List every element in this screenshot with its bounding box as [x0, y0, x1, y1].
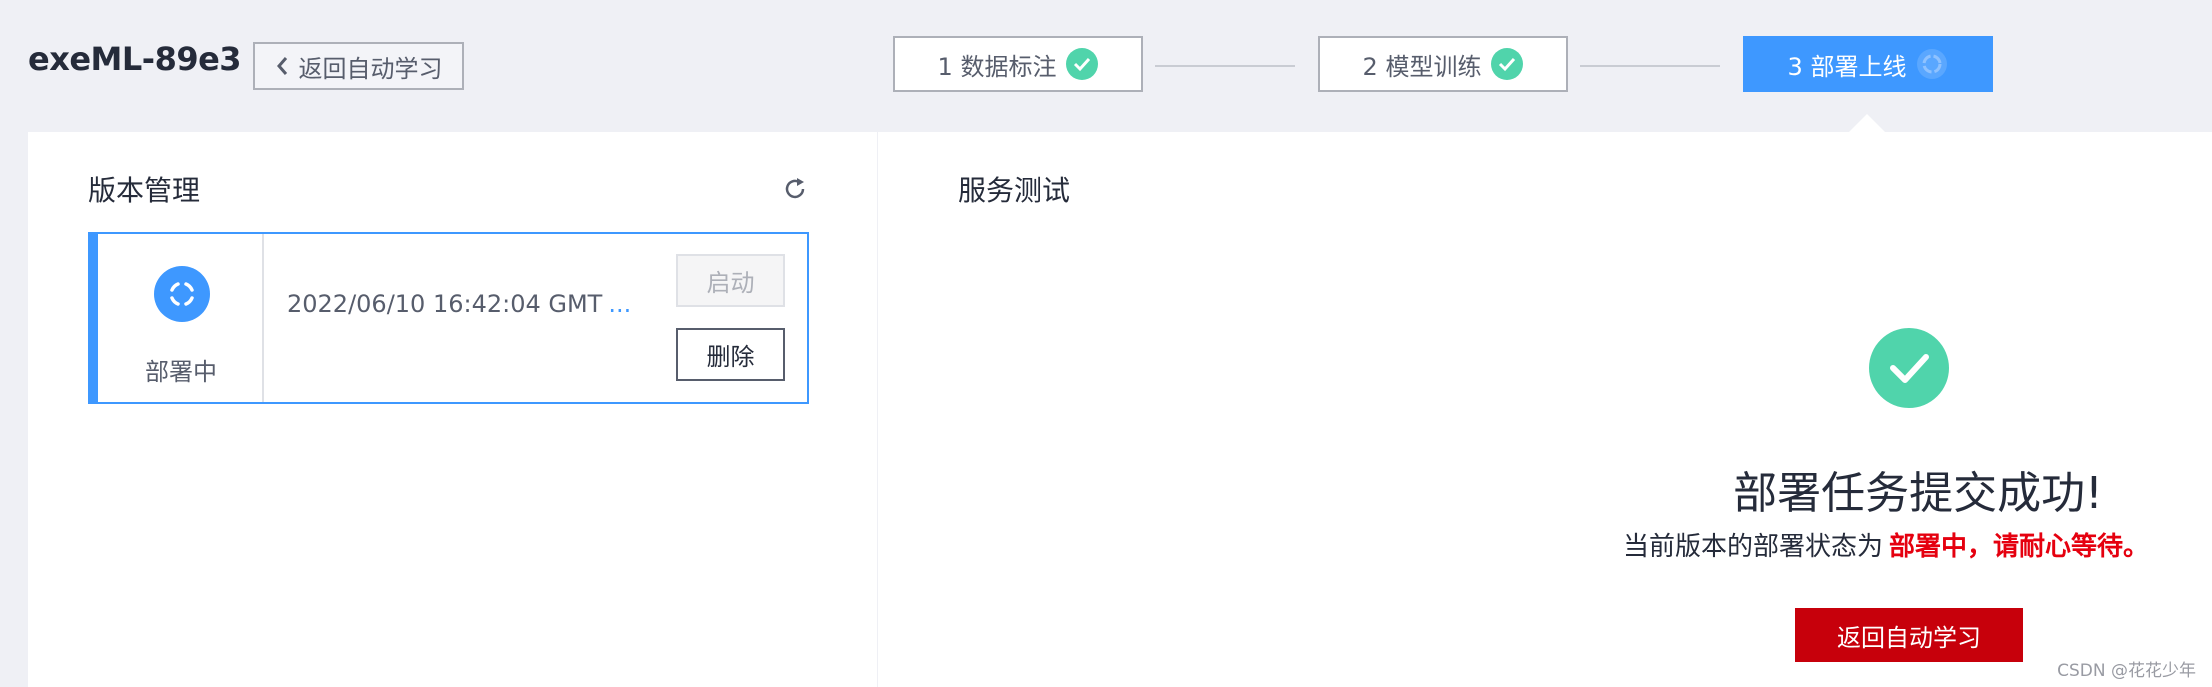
version-management-panel: 版本管理 部署中 2022/06/10 16:42:04 GMT... 启动 删…	[28, 132, 877, 687]
success-check-icon	[1869, 328, 1949, 408]
return-automl-button[interactable]: 返回自动学习	[1795, 608, 2023, 662]
version-timestamp: 2022/06/10 16:42:04 GMT...	[287, 290, 631, 318]
back-to-automl-button[interactable]: 返回自动学习	[253, 42, 464, 90]
version-card[interactable]: 部署中 2022/06/10 16:42:04 GMT... 启动 删除	[88, 232, 809, 404]
version-management-title: 版本管理	[88, 174, 201, 207]
card-accent-bar	[90, 234, 98, 402]
deploy-status-text: 部署中	[145, 358, 217, 386]
deploy-status-description: 当前版本的部署状态为 部署中，请耐心等待。	[878, 532, 2212, 563]
chevron-left-icon	[276, 57, 287, 75]
check-circle-icon	[1066, 48, 1099, 80]
step-deploy[interactable]: 3 部署上线	[1743, 36, 1993, 92]
step-label: 2 模型训练	[1362, 52, 1482, 81]
version-time-text: 2022/06/10 16:42:04 GMT	[287, 290, 603, 318]
deploying-icon	[154, 266, 210, 322]
app-title: exeML-89e3	[28, 40, 242, 78]
step-label: 3 部署上线	[1787, 52, 1907, 81]
service-test-title: 服务测试	[958, 174, 1071, 207]
start-button[interactable]: 启动	[676, 254, 785, 307]
more-link[interactable]: ...	[608, 290, 631, 318]
active-step-pointer	[1849, 114, 1885, 132]
success-title: 部署任务提交成功!	[1733, 468, 2103, 519]
check-circle-icon	[1491, 48, 1524, 80]
status-highlight: 部署中，请耐心等待。	[1889, 532, 2150, 562]
step-connector	[1580, 65, 1720, 67]
status-description-prefix: 当前版本的部署状态为	[1623, 532, 1884, 562]
step-label: 1 数据标注	[937, 52, 1057, 81]
step-model-training[interactable]: 2 模型训练	[1318, 36, 1568, 92]
step-data-labeling[interactable]: 1 数据标注	[893, 36, 1143, 92]
watermark: CSDN @花花少年	[2057, 661, 2196, 681]
back-to-automl-label: 返回自动学习	[298, 54, 443, 83]
step-connector	[1155, 65, 1295, 67]
service-test-panel: 服务测试 部署任务提交成功! 当前版本的部署状态为 部署中，请耐心等待。 返回自动…	[878, 132, 2212, 687]
refresh-icon[interactable]	[782, 176, 808, 202]
loading-icon	[1917, 49, 1948, 79]
card-status-area: 部署中	[98, 234, 264, 402]
delete-button[interactable]: 删除	[676, 328, 785, 381]
